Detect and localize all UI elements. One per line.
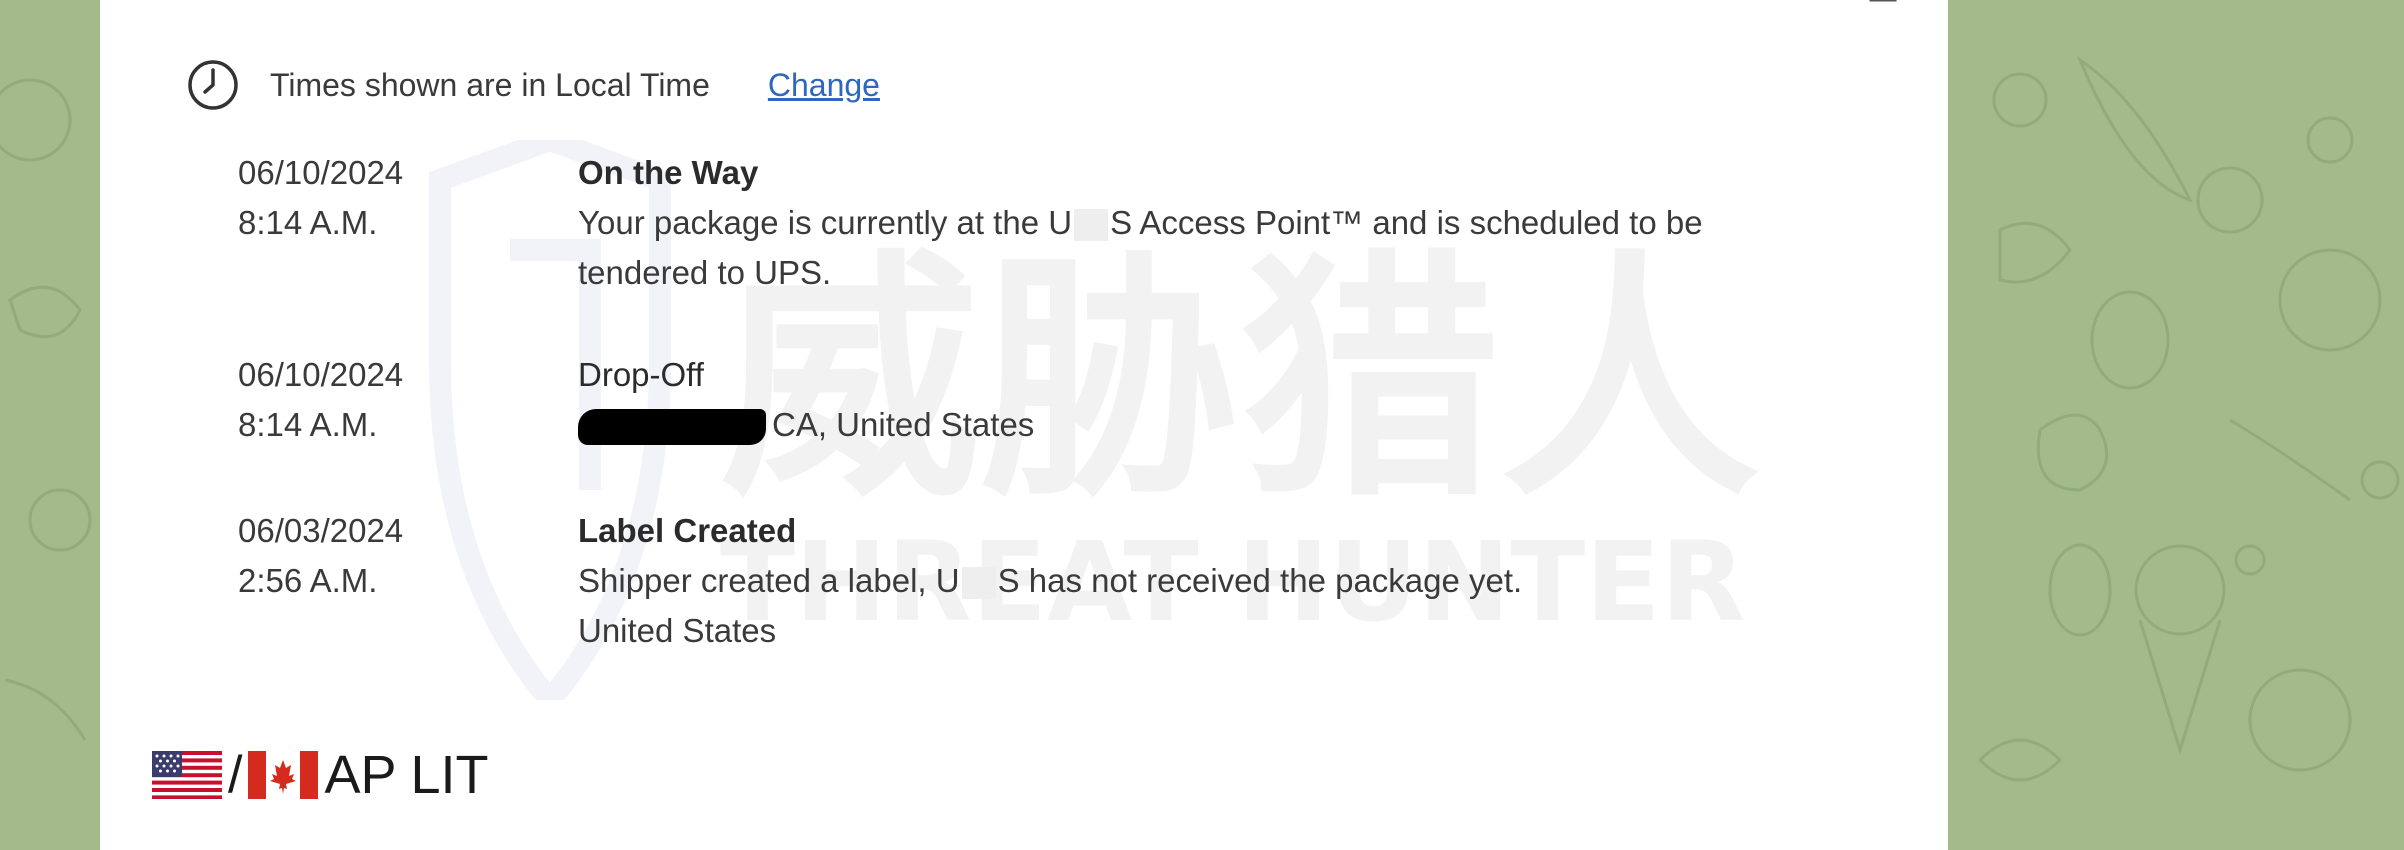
timezone-row: Times shown are in Local Time Change [186,58,880,112]
event-status: Label Created [578,512,797,549]
event-datetime: 06/10/2024 8:14 A.M. [238,350,538,450]
event-details: Drop-Off CA, United States [578,350,1858,450]
event-detail-text-after: S has not received the package yet. [997,562,1523,599]
event-detail-line-2: United States [578,612,777,649]
us-flag-icon [152,751,222,799]
event-datetime: 06/10/2024 8:14 A.M. [238,148,538,248]
event-detail-line: Shipper created a label, U S has not rece… [578,556,1858,606]
clock-icon [186,58,240,112]
event-detail-text-after: S Access Point™ and is scheduled to be [1110,204,1703,241]
cut-off-header-text: — [1868,0,1898,17]
event-detail-line: Your package is currently at the U S Acce… [578,198,1858,248]
event-date: 06/03/2024 [238,512,404,549]
event-time: 2:56 A.M. [238,562,378,599]
event-date: 06/10/2024 [238,154,404,191]
event-status: On the Way [578,154,759,191]
footer-slash: / [228,746,243,804]
message-footer: / AP LIT [152,740,489,810]
event-details: Label Created Shipper created a label, U… [578,506,1858,656]
canada-flag-icon [248,751,319,799]
footer-text: AP LIT [324,745,489,805]
event-date: 06/10/2024 [238,356,404,393]
event-time: 8:14 A.M. [238,406,378,443]
censor-mark [961,567,996,600]
event-location-line: CA, United States [578,400,1858,450]
change-timezone-link[interactable]: Change [768,67,880,104]
event-time: 8:14 A.M. [238,204,378,241]
redacted-city [578,409,766,446]
event-location: CA, United States [772,406,1035,443]
event-datetime: 06/03/2024 2:56 A.M. [238,506,538,606]
censor-mark [1074,209,1109,242]
event-status: Drop-Off [578,356,704,393]
tracking-card: 威胁猎人 THREAT HUNTER — Times shown are in … [100,0,1948,850]
event-detail-text-before: Your package is currently at the U [578,204,1073,241]
timezone-label: Times shown are in Local Time [270,66,710,103]
event-detail-line-2: tendered to UPS. [578,254,832,291]
event-detail-text-before: Shipper created a label, U [578,562,960,599]
event-details: On the Way Your package is currently at … [578,148,1858,298]
